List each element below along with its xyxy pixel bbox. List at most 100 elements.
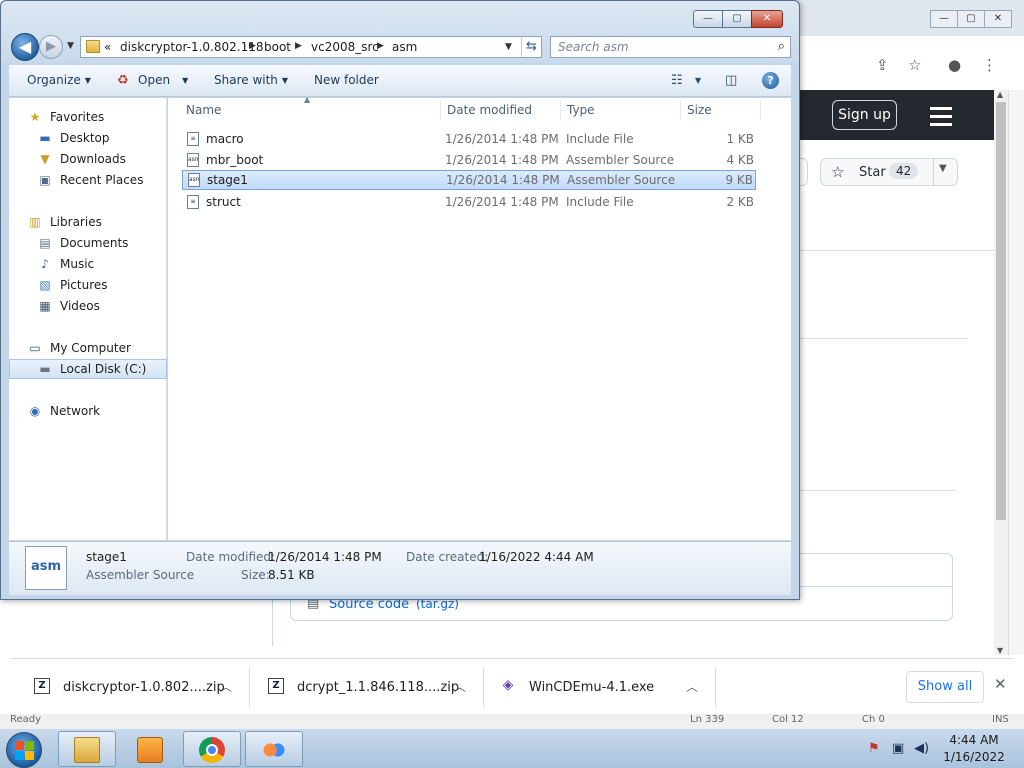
start-button[interactable]	[6, 732, 42, 768]
preview-pane-icon[interactable]: ◫	[725, 73, 737, 88]
download-item[interactable]: Z diskcryptor-1.0.802....zip ︿	[10, 659, 250, 715]
date-created-value: 1/16/2022 4:44 AM	[479, 550, 594, 564]
view-options-icon[interactable]: ☷	[671, 73, 683, 88]
organize-button[interactable]: Organize ▼	[27, 73, 91, 87]
minimize-button[interactable]: —	[693, 10, 723, 28]
sidebar-item-documents[interactable]: ▤ Documents	[9, 233, 167, 253]
address-bar[interactable]: « diskcryptor-1.0.802.118 ▶ boot ▶ vc200…	[80, 36, 542, 58]
sidebar-item-libraries[interactable]: ▥ Libraries	[9, 212, 167, 232]
breadcrumb-separator-icon[interactable]: ▶	[249, 41, 256, 51]
explorer-titlebar[interactable]: — ▢ ✕ ◀ ▶ ▼ « diskcryptor-1.0.802.118 ▶ …	[1, 1, 799, 63]
address-dropdown-icon[interactable]: ▼	[505, 42, 512, 52]
bookmark-star-icon[interactable]: ☆	[908, 56, 921, 74]
help-button[interactable]: ?	[762, 72, 779, 89]
file-row-selected[interactable]: asm stage1 1/26/2014 1:48 PM Assembler S…	[182, 170, 756, 190]
volume-icon[interactable]: ◀)	[914, 741, 929, 756]
column-header-label: Date modified	[447, 103, 533, 117]
share-icon[interactable]: ⇪	[876, 56, 889, 74]
browser-toolbar: ⇪ ☆ ● ⋮	[796, 36, 1004, 90]
sidebar-item-recent-places[interactable]: ▣ Recent Places	[9, 170, 167, 190]
sidebar-item-desktop[interactable]: ▬ Desktop	[9, 128, 167, 148]
column-header-type[interactable]: Type	[561, 98, 681, 122]
hamburger-menu-icon[interactable]	[930, 107, 952, 131]
forward-button[interactable]: ▶	[39, 35, 63, 59]
download-item[interactable]: Z dcrypt_1.1.846.118....zip ︿	[244, 659, 484, 715]
browser-maximize-button[interactable]: ▢	[957, 10, 985, 28]
taskbar-media-player-button[interactable]	[120, 731, 178, 767]
taskbar: ⚑ ▣ ◀) 4:44 AM 1/16/2022	[0, 728, 1024, 768]
new-folder-button[interactable]: New folder	[314, 73, 379, 87]
hard-drive-icon: ▬	[39, 362, 51, 376]
star-button[interactable]: ☆ Star 42 ▼	[820, 158, 958, 186]
include-file-icon: ≡	[187, 195, 199, 209]
scroll-down-icon[interactable]: ▼	[997, 646, 1003, 655]
sidebar-item-my-computer[interactable]: ▭ My Computer	[9, 338, 167, 358]
action-center-icon[interactable]: ⚑	[868, 741, 880, 756]
chevron-down-icon[interactable]: ▼	[939, 163, 947, 174]
sidebar-item-pictures[interactable]: ▧ Pictures	[9, 275, 167, 295]
taskbar-diskcryptor-button[interactable]	[245, 731, 303, 767]
back-button[interactable]: ◀	[11, 33, 39, 61]
breadcrumb-separator-icon[interactable]: ▶	[295, 41, 302, 51]
sidebar-item-downloads[interactable]: ▼ Downloads	[9, 149, 167, 169]
search-icon[interactable]: ⌕	[778, 39, 785, 54]
column-header-date[interactable]: Date modified	[441, 98, 561, 122]
breadcrumb-separator-icon[interactable]: ▶	[377, 41, 384, 51]
browser-scrollbar[interactable]: ▲ ▼	[994, 90, 1008, 655]
clock[interactable]: 4:44 AM 1/16/2022	[936, 732, 1012, 766]
sign-up-button[interactable]: Sign up	[832, 100, 897, 130]
network-tray-icon[interactable]: ▣	[892, 741, 904, 756]
close-button[interactable]: ✕	[751, 10, 783, 28]
breadcrumb-diskcryptor[interactable]: diskcryptor-1.0.802.118	[120, 40, 263, 54]
file-row[interactable]: ≡ struct 1/26/2014 1:48 PM Include File …	[182, 192, 756, 212]
taskbar-explorer-button[interactable]	[58, 731, 116, 767]
sidebar-item-videos[interactable]: ▦ Videos	[9, 296, 167, 316]
file-row[interactable]: ≡ macro 1/26/2014 1:48 PM Include File 1…	[182, 129, 756, 149]
maximize-button[interactable]: ▢	[722, 10, 752, 28]
chevron-up-icon[interactable]: ︿	[686, 678, 698, 695]
file-row[interactable]: asm mbr_boot 1/26/2014 1:48 PM Assembler…	[182, 150, 756, 170]
sidebar-item-favorites[interactable]: ★ Favorites	[9, 107, 167, 127]
column-header-size[interactable]: Size	[681, 98, 761, 122]
download-filename: dcrypt_1.1.846.118....zip	[297, 680, 460, 695]
browser-titlebar: — ▢ ✕	[796, 0, 1024, 36]
sidebar-item-network[interactable]: ◉ Network	[9, 401, 167, 421]
file-type: Include File	[566, 195, 634, 209]
search-box[interactable]: Search asm ⌕	[550, 36, 791, 58]
chevron-down-icon[interactable]: ▼	[182, 76, 188, 85]
assembler-file-icon: asm	[187, 153, 199, 167]
downloads-folder-icon: ▼	[40, 152, 50, 166]
browser-minimize-button[interactable]: —	[930, 10, 958, 28]
chevron-up-icon[interactable]: ︿	[454, 678, 466, 695]
folder-icon	[86, 40, 100, 53]
scroll-up-icon[interactable]: ▲	[997, 90, 1003, 99]
breadcrumb-overflow[interactable]: «	[104, 40, 111, 54]
share-with-button[interactable]: Share with ▼	[214, 73, 288, 87]
browser-close-button[interactable]: ✕	[984, 10, 1012, 28]
column-resize-handle[interactable]	[760, 100, 761, 120]
taskbar-chrome-button[interactable]	[183, 731, 241, 767]
file-name: stage1	[207, 173, 248, 187]
breadcrumb-boot[interactable]: boot	[264, 40, 291, 54]
sidebar-item-label: Favorites	[50, 110, 105, 124]
search-input[interactable]: Search asm	[558, 40, 629, 54]
status-ready: Ready	[10, 714, 42, 725]
assembler-file-icon: asm	[188, 173, 200, 187]
network-icon: ◉	[29, 404, 41, 418]
breadcrumb-asm[interactable]: asm	[392, 40, 417, 54]
chevron-down-icon[interactable]: ▼	[695, 76, 701, 85]
download-item[interactable]: ◈ WinCDEmu-4.1.exe ︿	[476, 659, 716, 715]
profile-icon[interactable]: ●	[948, 56, 961, 74]
recent-locations-dropdown-icon[interactable]: ▼	[67, 41, 74, 51]
show-all-button[interactable]: Show all	[906, 671, 984, 703]
column-header-name[interactable]: Name	[180, 98, 441, 122]
chevron-up-icon[interactable]: ︿	[220, 678, 232, 695]
close-icon[interactable]: ✕	[994, 675, 1007, 693]
breadcrumb-vc2008-src[interactable]: vc2008_src	[311, 40, 379, 54]
open-button[interactable]: Open ▼	[138, 73, 188, 87]
sidebar-item-local-disk[interactable]: ▬ Local Disk (C:)	[9, 359, 167, 379]
kebab-menu-icon[interactable]: ⋮	[982, 56, 997, 74]
scrollbar-thumb[interactable]	[996, 102, 1006, 520]
sidebar-item-music[interactable]: ♪ Music	[9, 254, 167, 274]
refresh-icon[interactable]: ⇆	[521, 37, 541, 57]
